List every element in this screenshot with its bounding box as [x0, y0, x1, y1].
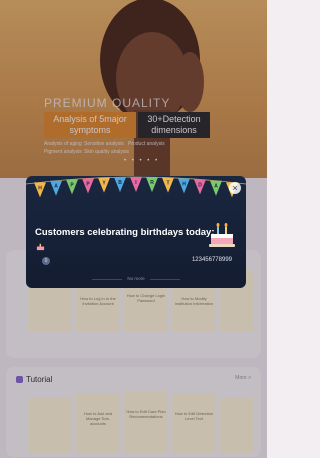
customer-id: 123456778999 [191, 257, 232, 263]
small-cake-icon [36, 243, 45, 251]
close-icon[interactable]: × [229, 182, 241, 194]
bunting-letter: H [182, 181, 186, 187]
divider-right [150, 279, 180, 280]
birthday-cake-icon [209, 223, 235, 247]
bunting-letter: R [150, 180, 154, 186]
bunting-letter: T [166, 181, 169, 187]
bunting-letter: B [118, 180, 122, 186]
customer-avatar: 9 [42, 257, 50, 265]
birthday-dialog: HAPPYBIRTHDAY Customers celebrating birt… [26, 176, 246, 288]
bunting-letter: A [54, 184, 58, 190]
bunting-letter: D [198, 182, 202, 188]
happy-birthday-bunting: HAPPYBIRTHDAY [26, 176, 246, 198]
bunting-letter: H [38, 185, 42, 191]
birthday-customer-row[interactable]: 9 123456778999 [40, 256, 236, 268]
no-more-text: No more [127, 276, 145, 281]
bunting-letter: A [214, 184, 218, 190]
birthday-dialog-title: Customers celebrating birthdays today: [35, 227, 215, 238]
